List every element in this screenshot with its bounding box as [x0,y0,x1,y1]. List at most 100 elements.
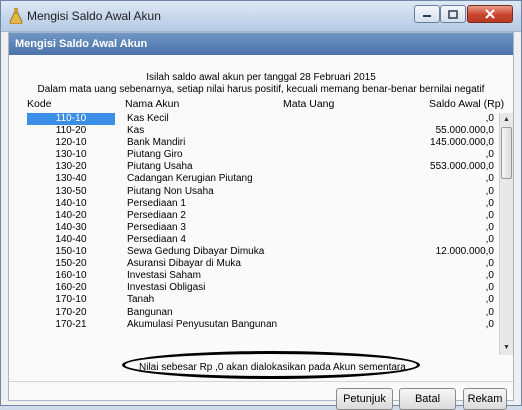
table-row[interactable]: 160-10 Investasi Saham ,0 [25,270,498,282]
flask-icon [9,8,23,24]
panel-header: Mengisi Saldo Awal Akun [9,33,513,55]
table-row[interactable]: 110-20 Kas 55.000.000,0 [25,125,498,137]
account-balance[interactable]: ,0 [486,186,494,198]
scroll-up-icon[interactable]: ▲ [500,113,513,127]
account-code: 130-50 [55,185,87,197]
account-balance[interactable]: ,0 [486,307,494,319]
close-icon [485,9,495,19]
account-balance[interactable]: 55.000.000,0 [436,125,494,137]
account-balance[interactable]: ,0 [486,282,494,294]
table-row[interactable]: 150-10 Sewa Gedung Dibayar Dimuka 12.000.0… [25,246,498,258]
panel-body: Isilah saldo awal akun per tanggal 28 Fe… [9,55,513,410]
header-code: Kode [27,98,52,110]
account-balance[interactable]: ,0 [486,210,494,222]
table-row[interactable]: 150-20 Asuransi Dibayar di Muka ,0 [25,258,498,270]
account-balance[interactable]: ,0 [486,113,494,125]
table-row[interactable]: 120-10 Bank Mandiri 145.000.000,0 [25,137,498,149]
account-code: 110-20 [55,125,87,137]
window-title: Mengisi Saldo Awal Akun [27,9,161,23]
account-code: 170-20 [55,306,87,318]
allocation-note: Nilai sebesar Rp ,0 akan dialokasikan pa… [139,362,406,373]
account-balance[interactable]: ,0 [486,270,494,282]
account-code: 150-20 [55,258,87,270]
scroll-down-icon[interactable]: ▼ [500,341,513,355]
account-balance[interactable]: ,0 [486,149,494,161]
account-code: 140-10 [55,197,87,209]
account-balance[interactable]: 553.000.000,0 [430,161,494,173]
table-row[interactable]: 130-50 Piutang Non Usaha ,0 [25,186,498,198]
table-row[interactable]: 130-40 Cadangan Kerugian Piutang ,0 [25,173,498,185]
divider [9,381,513,382]
account-name: Asuransi Dibayar di Muka [127,258,241,270]
account-name: Kas [127,125,145,137]
account-name: Persediaan 3 [127,221,186,233]
account-code: 160-10 [55,270,87,282]
account-name: Piutang Usaha [127,161,193,173]
table-row[interactable]: 110-10 Kas Kecil ,0 [25,113,498,125]
maximize-button[interactable] [440,5,466,23]
account-name: Piutang Non Usaha [127,185,214,197]
maximize-icon [448,9,458,19]
account-balance[interactable]: ,0 [486,258,494,270]
account-balance[interactable]: ,0 [486,319,494,331]
account-name: Akumulasi Penyusutan Bangunan [127,318,278,330]
save-button[interactable]: Rekam [463,388,507,410]
account-name: Persediaan 2 [127,209,186,221]
balance-panel: Mengisi Saldo Awal Akun Isilah saldo awa… [8,32,514,410]
header-currency: Mata Uang [283,98,335,110]
account-name: Piutang Giro [127,149,183,161]
table-row[interactable]: 140-30 Persediaan 3 ,0 [25,222,498,234]
header-name: Nama Akun [125,98,180,110]
intro-text-line1: Isilah saldo awal akun per tanggal 28 Fe… [146,72,376,83]
scroll-thumb[interactable] [501,127,512,179]
table-row[interactable]: 140-20 Persediaan 2 ,0 [25,210,498,222]
account-code: 130-40 [55,173,87,185]
account-code: 140-40 [55,233,87,245]
account-name: Sewa Gedung Dibayar Dimuka [127,246,265,258]
header-balance: Saldo Awal (Rp) [429,98,505,110]
account-name: Kas Kecil [127,113,169,124]
table-row[interactable]: 130-10 Piutang Giro ,0 [25,149,498,161]
account-name: Bangunan [127,306,173,318]
account-code: 160-20 [55,282,87,294]
account-balance[interactable]: ,0 [486,294,494,306]
account-code: 140-30 [55,221,87,233]
table-row[interactable]: 170-21 Akumulasi Penyusutan Bangunan ,0 [25,319,498,331]
account-code: 170-10 [55,294,87,306]
account-balance[interactable]: ,0 [486,234,494,246]
table-row[interactable]: 140-10 Persediaan 1 ,0 [25,198,498,210]
accounts-grid[interactable]: 110-10 Kas Kecil ,0 110-20 Kas 55.000.000,0 12… [25,113,498,355]
account-code: 130-10 [55,149,87,161]
account-code: 140-20 [55,209,87,221]
minimize-icon [423,15,431,17]
account-code: 130-20 [55,161,87,173]
table-row[interactable]: 170-10 Tanah ,0 [25,294,498,306]
account-code: 150-10 [55,246,87,258]
account-name: Persediaan 1 [127,197,186,209]
account-code: 120-10 [55,137,87,149]
intro-text-line2: Dalam mata uang sebenarnya, setiap nilai… [37,84,485,95]
account-code: 110-10 [27,113,115,125]
account-name: Bank Mandiri [127,137,186,149]
account-code: 170-21 [55,318,87,330]
account-balance[interactable]: 12.000.000,0 [436,246,494,258]
minimize-button[interactable] [414,5,440,23]
account-name: Investasi Obligasi [127,282,206,294]
vertical-scrollbar[interactable]: ▲ ▼ [499,113,513,355]
account-balance[interactable]: 145.000.000,0 [430,137,494,149]
table-row[interactable]: 140-40 Persediaan 4 ,0 [25,234,498,246]
account-name: Cadangan Kerugian Piutang [127,173,253,185]
account-balance[interactable]: ,0 [486,222,494,234]
table-row[interactable]: 160-20 Investasi Obligasi ,0 [25,282,498,294]
account-name: Investasi Saham [127,270,201,282]
account-name: Tanah [127,294,155,306]
help-button[interactable]: Petunjuk [336,388,393,410]
account-balance[interactable]: ,0 [486,198,494,210]
account-balance[interactable]: ,0 [486,173,494,185]
table-row[interactable]: 170-20 Bangunan ,0 [25,307,498,319]
title-bar[interactable]: Mengisi Saldo Awal Akun [1,1,521,32]
cancel-button[interactable]: Batal [399,388,456,410]
table-row[interactable]: 130-20 Piutang Usaha 553.000.000,0 [25,161,498,173]
close-button[interactable] [467,5,513,23]
dialog-window: Mengisi Saldo Awal Akun Mengisi Saldo Aw… [0,0,522,410]
